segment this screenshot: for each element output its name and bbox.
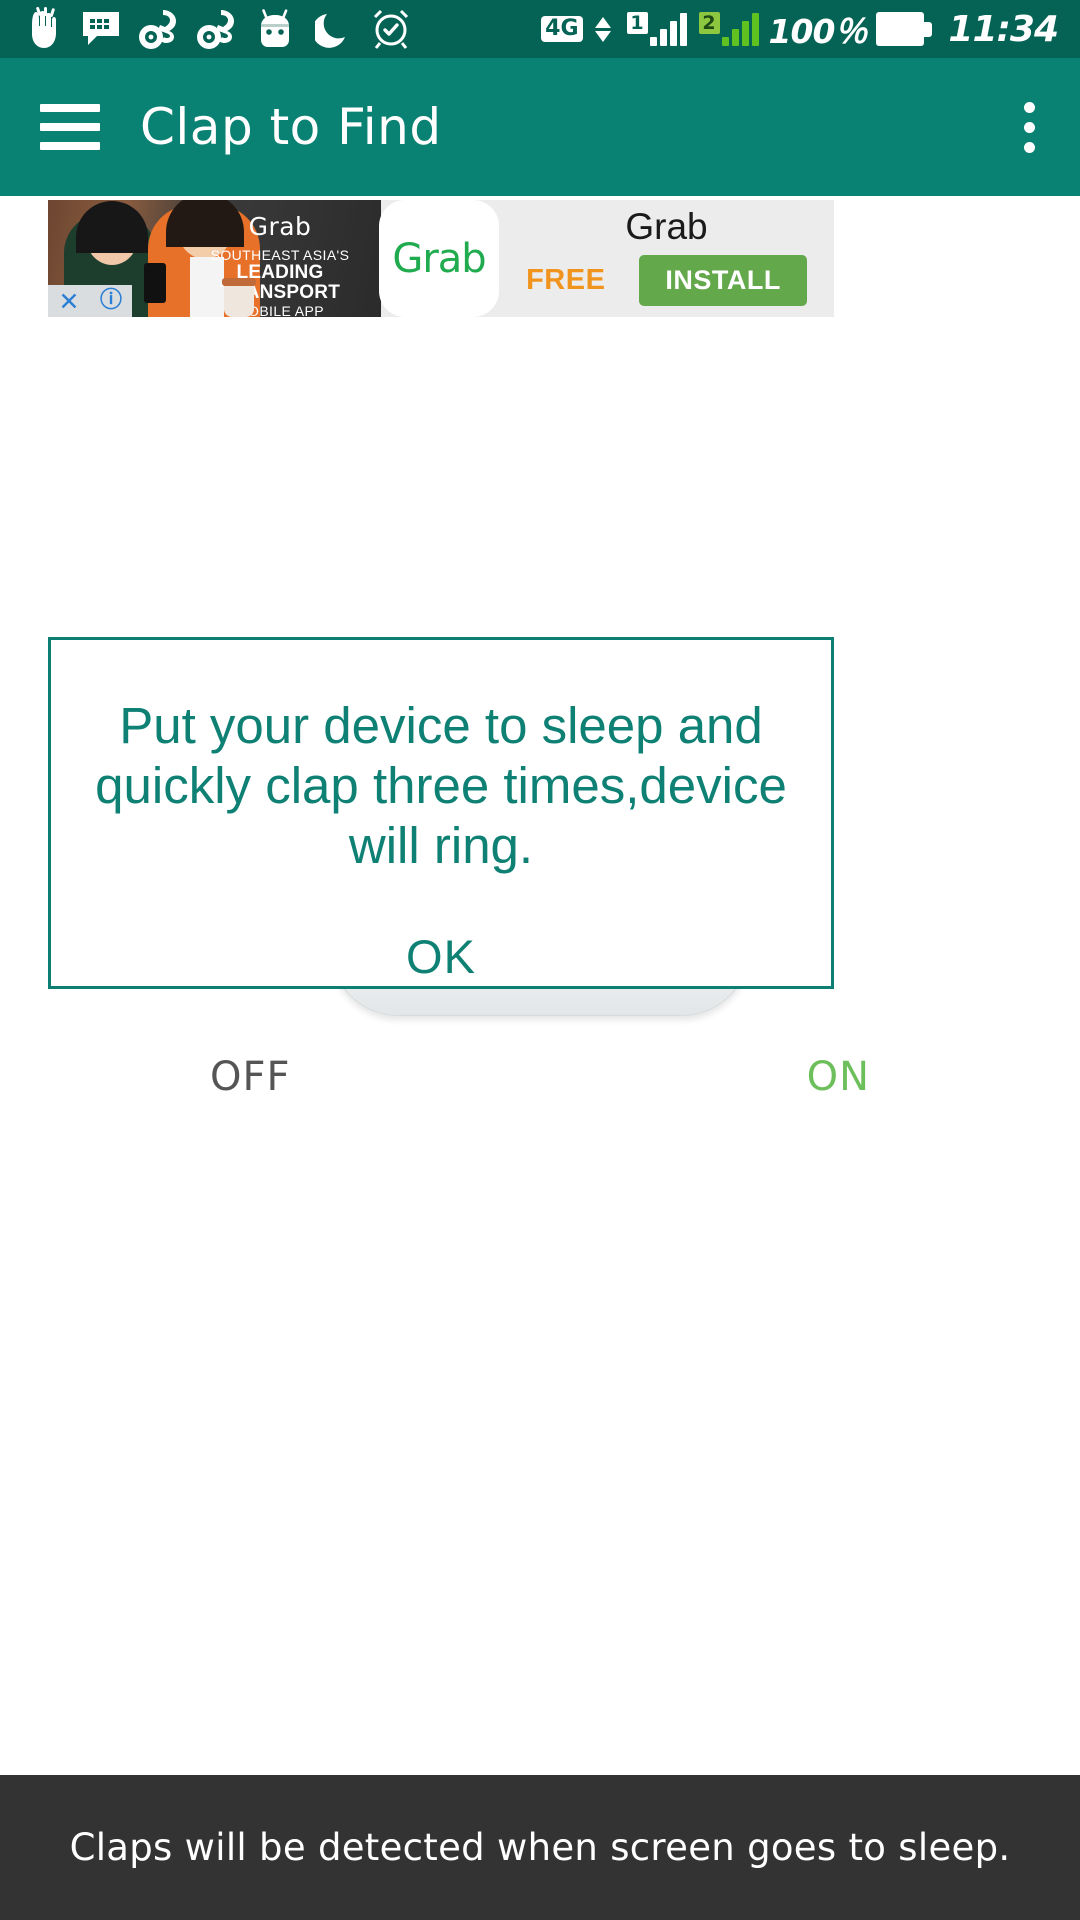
ad-controls: ✕ ⓘ [48,285,132,317]
hamburger-menu-icon[interactable] [40,104,100,150]
ad-install-button[interactable]: INSTALL [639,254,807,306]
toggle-label-off[interactable]: OFF [210,1054,291,1100]
status-bar-notification-icons [14,4,541,54]
sim2-number-label: 2 [698,12,720,34]
android-mascot-icon [246,4,304,54]
ad-app-title: Grab [625,205,708,247]
ad-price-label: FREE [526,263,606,296]
page-title: Clap to Find [140,98,442,156]
ad-close-icon[interactable]: ✕ [48,285,90,317]
uc-browser-icon-2 [188,4,246,54]
instruction-dialog: Put your device to sleep and quickly cla… [48,637,834,989]
advertisement-banner[interactable]: Grab SOUTHEAST ASIA'S LEADING TRANSPORT … [48,200,834,317]
dialog-message: Put your device to sleep and quickly cla… [95,697,787,875]
battery-icon [876,12,933,46]
ad-creative-line2: LEADING TRANSPORT [219,262,341,303]
ad-creative-image[interactable]: Grab SOUTHEAST ASIA'S LEADING TRANSPORT … [48,200,381,317]
do-not-disturb-moon-icon [304,4,362,54]
dialog-ok-button[interactable]: OK [406,929,476,984]
ad-app-logo-text: Grab [392,235,486,282]
ad-info-icon[interactable]: ⓘ [90,285,132,317]
uc-browser-icon-1 [130,4,188,54]
ad-details: Grab FREE INSTALL [499,200,834,317]
clap-hand-icon [14,4,72,54]
bbm-message-icon [72,4,130,54]
sim2-signal-icon: 2 [698,12,759,46]
status-bar: 4G 1 2 100％ 11:34 [0,0,1080,58]
sim1-number-label: 1 [626,12,648,34]
battery-percent-label: 100％ [768,12,868,51]
ad-creative-copy: Grab SOUTHEAST ASIA'S LEADING TRANSPORT … [180,208,380,317]
bottom-status-text: Claps will be detected when screen goes … [69,1826,1011,1869]
ad-cta-row: FREE INSTALL [526,254,807,306]
toggle-label-on[interactable]: ON [807,1054,870,1100]
status-bar-system-indicators: 4G 1 2 100％ 11:34 [541,5,1059,53]
ad-app-logo: Grab [379,200,499,317]
clock-label: 11:34 [948,8,1059,50]
ad-photo-phone [144,263,166,303]
ad-photo-coffee-cup [222,278,256,317]
ad-creative-wordmark: Grab [248,212,312,241]
network-type-4g-icon: 4G [541,16,583,42]
ad-creative-line1: SOUTHEAST ASIA'S [210,247,350,263]
sim1-signal-icon: 1 [626,12,687,46]
bottom-status-bar: Claps will be detected when screen goes … [0,1775,1080,1920]
alarm-clock-icon [362,4,420,54]
toggle-labels: OFF ON [210,1054,870,1100]
data-transfer-arrows-icon [594,16,611,42]
app-bar: Clap to Find [0,58,1080,196]
overflow-menu-icon[interactable] [1006,92,1052,162]
ad-creative-line3: MOBILE APP [235,302,325,317]
